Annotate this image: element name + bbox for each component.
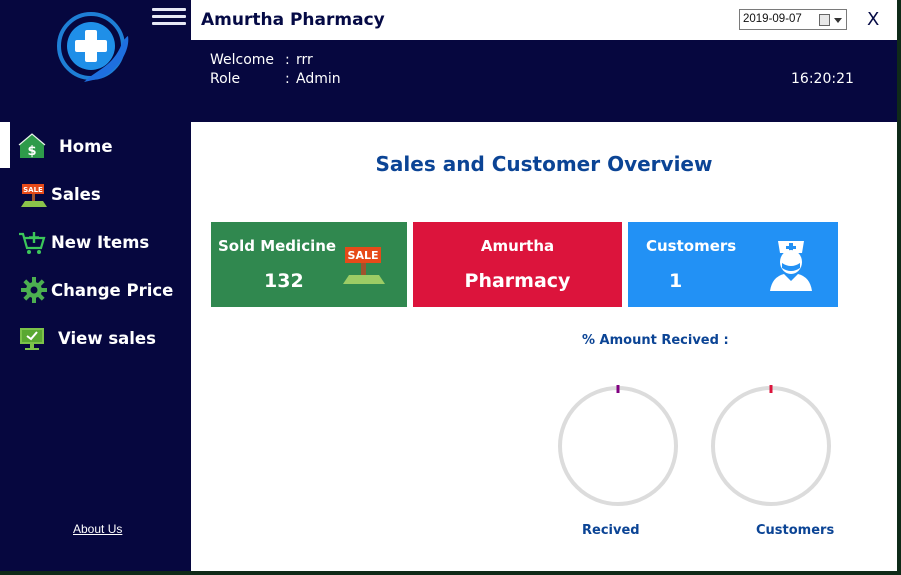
sidebar-item-label: View sales [58,328,156,348]
hamburger-line [152,22,186,25]
role-value: Admin [296,71,341,87]
sidebar-item-label: New Items [51,232,150,252]
main-content: Sales and Customer Overview Sold Medicin… [191,122,897,571]
card-subtitle: Pharmacy [464,270,571,292]
sidebar-item-new-items[interactable]: New Items [0,218,191,266]
calendar-icon [819,14,830,26]
sidebar: $ Home SALE Sales New Items Change Price… [0,0,191,571]
sidebar-item-home[interactable]: $ Home [0,122,191,170]
sidebar-item-label: Sales [51,184,101,204]
svg-text:SALE: SALE [348,249,379,262]
close-button[interactable]: X [867,9,879,30]
pharmacy-card[interactable]: Amurtha Pharmacy [413,222,622,307]
sidebar-nav: $ Home SALE Sales New Items Change Price… [0,122,191,362]
role-label: Role [210,71,241,87]
menu-toggle-button[interactable] [152,8,186,30]
welcome-value: rrr [296,52,313,68]
app-title: Amurtha Pharmacy [201,10,385,30]
welcome-separator: : [285,52,290,68]
cart-add-icon [19,232,46,254]
date-picker[interactable]: 2019-09-07 [739,9,847,30]
chevron-down-icon [834,18,842,23]
about-us-link[interactable]: About Us [73,522,122,536]
customers-gauge-label: Customers [756,523,835,538]
svg-text:$: $ [27,144,36,159]
home-dollar-icon: $ [18,133,46,159]
sidebar-item-label: Home [59,136,113,156]
app-window: $ Home SALE Sales New Items Change Price… [0,0,897,571]
customers-card[interactable]: Customers 1 [628,222,838,307]
date-value: 2019-09-07 [743,13,802,25]
hamburger-line [152,8,186,11]
page-title: Sales and Customer Overview [375,152,713,176]
pharmacy-logo-icon [57,12,129,82]
sidebar-item-label: Change Price [51,280,174,300]
role-separator: : [285,71,290,87]
sale-sign-icon: SALE [21,184,47,207]
nurse-icon [770,241,812,291]
card-value: 132 [264,270,304,292]
card-value: 1 [669,270,683,292]
customers-gauge [711,385,831,506]
sold-medicine-card[interactable]: Sold Medicine 132 SALE [211,222,407,307]
sidebar-item-change-price[interactable]: Change Price [0,266,191,314]
hamburger-line [152,15,186,18]
title-bar: Amurtha Pharmacy 2019-09-07 X [191,0,897,40]
received-gauge [558,385,678,506]
amount-received-label: % Amount Recived : [582,333,729,348]
received-gauge-label: Recived [582,523,640,538]
clock: 16:20:21 [791,71,854,87]
card-title: Amurtha [480,237,555,255]
welcome-label: Welcome [210,52,275,68]
card-title: Sold Medicine [218,237,337,255]
monitor-check-icon [20,328,44,350]
svg-text:SALE: SALE [23,186,43,194]
gear-icon [21,277,47,303]
sale-sign-icon: SALE [343,247,385,284]
sidebar-item-view-sales[interactable]: View sales [0,314,191,362]
user-info-bar: Welcome : rrr Role : Admin 16:20:21 [191,40,897,122]
card-title: Customers [646,237,737,255]
sidebar-item-sales[interactable]: SALE Sales [0,170,191,218]
